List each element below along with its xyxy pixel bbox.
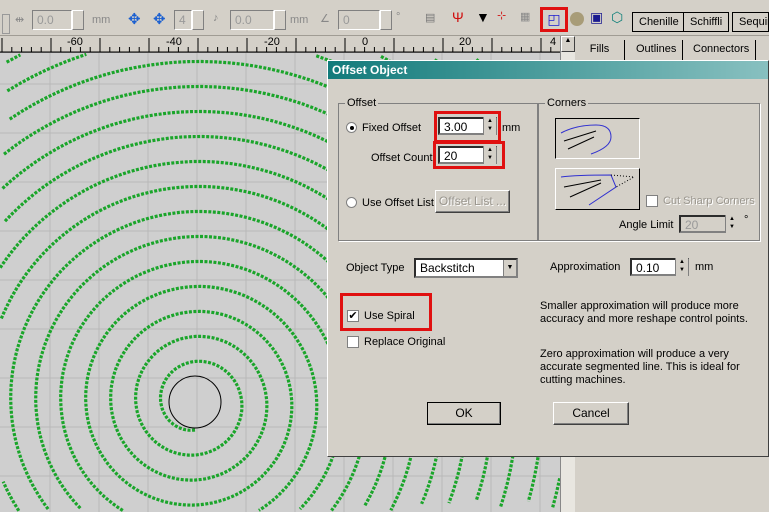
chevron-down-icon[interactable]: ▼ (503, 260, 516, 276)
round-corners-option[interactable] (555, 118, 640, 159)
offset-count-label: Offset Count (371, 152, 433, 164)
fixed-offset-spinner[interactable]: ▲ ▼ (483, 117, 496, 135)
ruler-ticks (0, 38, 560, 53)
use-spiral-label: Use Spiral (364, 310, 415, 322)
round-corner-icon (560, 124, 612, 155)
ruler-label: -40 (166, 36, 182, 48)
fixed-offset-radio[interactable] (346, 122, 357, 133)
group-label: Offset (345, 97, 379, 109)
use-offset-list-label: Use Offset List (362, 197, 434, 209)
move-nodes-icon[interactable]: ✥ (128, 10, 141, 28)
length-spinner[interactable] (274, 10, 286, 30)
replace-original-label: Replace Original (364, 336, 446, 348)
angle-limit-spinner[interactable]: ▲ ▼ (725, 215, 738, 233)
tab-outlines[interactable]: Outlines (630, 40, 684, 60)
unit-label: mm (92, 14, 111, 26)
outline-icon[interactable]: ⬡ (611, 9, 623, 26)
ruler-label: 4 (550, 36, 557, 48)
spacing-icon: ⇹ (15, 14, 25, 26)
tab-fills[interactable]: Fills (575, 40, 625, 60)
horizontal-ruler: -60 -40 -20 0 20 4 (0, 36, 560, 53)
length-input[interactable]: 0.0 (230, 10, 274, 30)
object-type-label: Object Type (346, 262, 405, 274)
length-icon: ♪ (213, 12, 219, 24)
spacing-input[interactable]: 0.0 (32, 10, 72, 30)
use-offset-list-radio[interactable] (346, 197, 357, 208)
angle-limit-label: Angle Limit (619, 219, 674, 231)
offset-group: Offset Fixed Offset 3.00 ▲ ▼ mm Offset Co… (338, 97, 538, 241)
spacing-spinner[interactable] (72, 10, 84, 30)
cut-sharp-corners-checkbox[interactable] (646, 195, 658, 207)
corners-group: Corners Cut Sharp Corners Angle Limit 20… (538, 97, 760, 241)
toolbar: ⇹ 0.0 mm ✥ ✥ 4 ♪ 0.0 mm ∠ 0 ° ▤ Ψ ▼ ⊹ ▦ … (0, 0, 769, 36)
maze-icon[interactable]: ▣ (590, 9, 603, 26)
ruler-label: 20 (459, 36, 472, 48)
offset-count-spinner[interactable]: ▲ ▼ (483, 146, 496, 164)
approximation-spinner[interactable]: ▲ ▼ (675, 258, 688, 276)
fixed-offset-label: Fixed Offset (362, 122, 422, 134)
selection-circle (168, 375, 222, 429)
approximation-hint: Smaller approximation will produce more … (540, 300, 748, 325)
angle-spinner[interactable] (380, 10, 392, 30)
ruler-label: 0 (362, 36, 369, 48)
tab-schiffli[interactable]: Schiffli (683, 12, 730, 32)
offset-object-dialog: Offset Object Offset Fixed Offset 3.00 ▲… (327, 60, 769, 457)
tab-connectors[interactable]: Connectors (687, 40, 757, 60)
duplicate-nodes-icon[interactable]: ✥ (153, 10, 166, 28)
circle-icon[interactable] (570, 12, 584, 26)
offset-object-icon[interactable]: ◰ (540, 7, 568, 32)
unit-label: mm (290, 14, 309, 26)
group-label: Corners (545, 97, 589, 109)
ruler-label: -20 (264, 36, 280, 48)
replace-original-checkbox[interactable] (347, 336, 359, 348)
use-spiral-checkbox[interactable]: ✔ (347, 310, 359, 322)
unit-label: ° (396, 11, 401, 23)
unit-label: ° (744, 214, 749, 226)
spin-button[interactable] (2, 14, 10, 34)
node-add-icon[interactable]: ⊹ (497, 9, 506, 22)
pattern-icon[interactable]: ▦ (520, 10, 530, 23)
needle-icon[interactable]: ▼ (476, 9, 490, 25)
sharp-corners-option[interactable] (555, 168, 640, 210)
stitch-icon[interactable]: ▤ (425, 11, 435, 24)
cut-sharp-corners-label: Cut Sharp Corners (663, 195, 755, 207)
approximation-label: Approximation (550, 261, 621, 273)
tab-chenille[interactable]: Chenille (632, 12, 686, 32)
scroll-up-button[interactable]: ▲ (561, 36, 575, 52)
dialog-title: Offset Object (328, 61, 768, 79)
offset-list-button[interactable]: Offset List ... (435, 190, 510, 213)
unit-label: mm (695, 261, 714, 273)
ruler-label: -60 (67, 36, 83, 48)
zero-approximation-hint: Zero approximation will produce a very a… (540, 348, 740, 386)
ok-button[interactable]: OK (427, 402, 501, 425)
angle-input[interactable]: 0 (338, 10, 380, 30)
angle-icon: ∠ (320, 13, 330, 25)
unit-label: mm (502, 122, 521, 134)
count-spinner[interactable] (192, 10, 204, 30)
needle-red-icon[interactable]: Ψ (452, 9, 464, 25)
sharp-corner-icon (560, 174, 636, 206)
count-input[interactable]: 4 (174, 10, 192, 30)
tab-sequin[interactable]: Sequin (732, 12, 769, 32)
cancel-button[interactable]: Cancel (553, 402, 629, 425)
